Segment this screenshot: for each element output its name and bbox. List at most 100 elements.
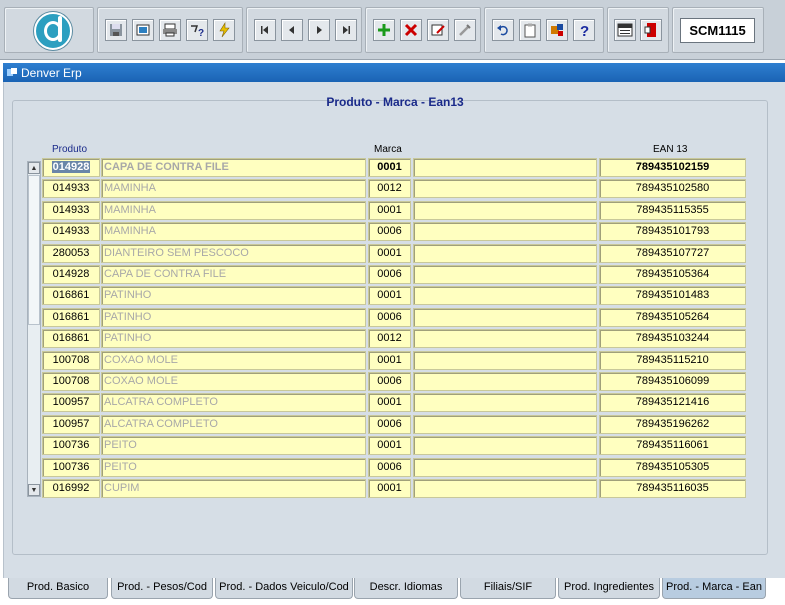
marca-descricao-field[interactable] [413,393,597,413]
clear-icon[interactable] [454,19,476,41]
produto-field[interactable]: 014928 [42,265,100,284]
first-record-icon[interactable] [254,19,276,41]
marca-field[interactable]: 0001 [368,393,411,413]
ean-field[interactable]: 789435115355 [599,200,746,220]
marca-descricao-field[interactable] [413,200,597,220]
produto-field[interactable]: 014928 [42,158,100,177]
marca-field[interactable]: 0012 [368,179,411,199]
tab-prod-pesos-cod[interactable]: Prod. - Pesos/Cod [111,578,213,599]
produto-field[interactable]: 014933 [42,222,100,242]
marca-descricao-field[interactable] [413,329,597,349]
marca-field[interactable]: 0006 [368,457,411,477]
marca-field[interactable]: 0006 [368,414,411,434]
descricao-field[interactable]: ALCATRA COMPLETO [101,414,366,434]
delete-record-icon[interactable] [400,19,422,41]
ean-field[interactable]: 789435103244 [599,329,746,349]
tab-prod-marca-ean[interactable]: Prod. - Marca - Ean [662,578,766,599]
marca-field[interactable]: 0001 [368,158,411,177]
help-icon[interactable]: ? [573,19,595,41]
marca-descricao-field[interactable] [413,436,597,456]
marca-field[interactable]: 0006 [368,307,411,327]
ean-field[interactable]: 789435116061 [599,436,746,456]
ean-field[interactable]: 789435121416 [599,393,746,413]
print-icon[interactable] [159,19,181,41]
produto-field[interactable]: 100708 [42,372,100,391]
query-icon[interactable]: ? [186,19,208,41]
marca-field[interactable]: 0001 [368,243,411,263]
produto-field[interactable]: 014933 [42,200,100,220]
descricao-field[interactable]: COXAO MOLE [101,372,366,391]
tab-prod-basico[interactable]: Prod. Basico [8,578,108,599]
produto-field[interactable]: 016861 [42,307,100,327]
marca-field[interactable]: 0001 [368,286,411,306]
ean-field[interactable]: 789435107727 [599,243,746,263]
produto-field[interactable]: 100957 [42,414,100,434]
ean-field[interactable]: 789435115210 [599,350,746,370]
ean-field[interactable]: 789435105305 [599,457,746,477]
marca-descricao-field[interactable] [413,307,597,327]
descricao-field[interactable]: MAMINHA [101,179,366,199]
ean-field[interactable]: 789435106099 [599,372,746,391]
marca-field[interactable]: 0001 [368,436,411,456]
ean-field[interactable]: 789435101483 [599,286,746,306]
marca-descricao-field[interactable] [413,457,597,477]
descricao-field[interactable]: CUPIM [101,479,366,498]
menu-icon[interactable] [614,19,636,41]
marca-field[interactable]: 0012 [368,329,411,349]
tab-filiais-sif[interactable]: Filiais/SIF [460,578,556,599]
save-icon[interactable] [105,19,127,41]
descricao-field[interactable]: ALCATRA COMPLETO [101,393,366,413]
insert-record-icon[interactable] [373,19,395,41]
produto-field[interactable]: 100736 [42,457,100,477]
tab-descr-idiomas[interactable]: Descr. Idiomas [354,578,458,599]
marca-descricao-field[interactable] [413,158,597,177]
marca-descricao-field[interactable] [413,243,597,263]
produto-field[interactable]: 280053 [42,243,100,263]
produto-field[interactable]: 014933 [42,179,100,199]
previous-record-icon[interactable] [281,19,303,41]
marca-descricao-field[interactable] [413,222,597,242]
produto-field[interactable]: 100708 [42,350,100,370]
clipboard-icon[interactable] [519,19,541,41]
produto-field[interactable]: 100736 [42,436,100,456]
descricao-field[interactable]: CAPA DE CONTRA FILE [101,158,366,177]
marca-descricao-field[interactable] [413,286,597,306]
ean-field[interactable]: 789435105264 [599,307,746,327]
descricao-field[interactable]: DIANTEIRO SEM PESCOCO [101,243,366,263]
descricao-field[interactable]: MAMINHA [101,222,366,242]
descricao-field[interactable]: PEITO [101,436,366,456]
marca-descricao-field[interactable] [413,350,597,370]
marca-descricao-field[interactable] [413,479,597,498]
tab-prod-ingredientes[interactable]: Prod. Ingredientes [558,578,660,599]
ean-field[interactable]: 789435101793 [599,222,746,242]
marca-descricao-field[interactable] [413,372,597,391]
next-record-icon[interactable] [308,19,330,41]
descricao-field[interactable]: COXAO MOLE [101,350,366,370]
ean-field[interactable]: 789435102580 [599,179,746,199]
marca-field[interactable]: 0001 [368,200,411,220]
descricao-field[interactable]: PATINHO [101,307,366,327]
exit-icon[interactable] [640,19,662,41]
marca-field[interactable]: 0001 [368,479,411,498]
ean-field[interactable]: 789435102159 [599,158,746,177]
descricao-field[interactable]: PEITO [101,457,366,477]
ean-field[interactable]: 789435196262 [599,414,746,434]
produto-field[interactable]: 016861 [42,286,100,306]
marca-field[interactable]: 0006 [368,265,411,284]
produto-field[interactable]: 100957 [42,393,100,413]
marca-field[interactable]: 0001 [368,350,411,370]
descricao-field[interactable]: CAPA DE CONTRA FILE [101,265,366,284]
undo-icon[interactable] [492,19,514,41]
last-record-icon[interactable] [335,19,357,41]
edit-record-icon[interactable] [427,19,449,41]
descricao-field[interactable]: MAMINHA [101,200,366,220]
ean-field[interactable]: 789435116035 [599,479,746,498]
marca-descricao-field[interactable] [413,179,597,199]
window-icon[interactable] [132,19,154,41]
marca-descricao-field[interactable] [413,414,597,434]
produto-field[interactable]: 016992 [42,479,100,498]
marca-field[interactable]: 0006 [368,372,411,391]
descricao-field[interactable]: PATINHO [101,329,366,349]
marca-field[interactable]: 0006 [368,222,411,242]
produto-field[interactable]: 016861 [42,329,100,349]
